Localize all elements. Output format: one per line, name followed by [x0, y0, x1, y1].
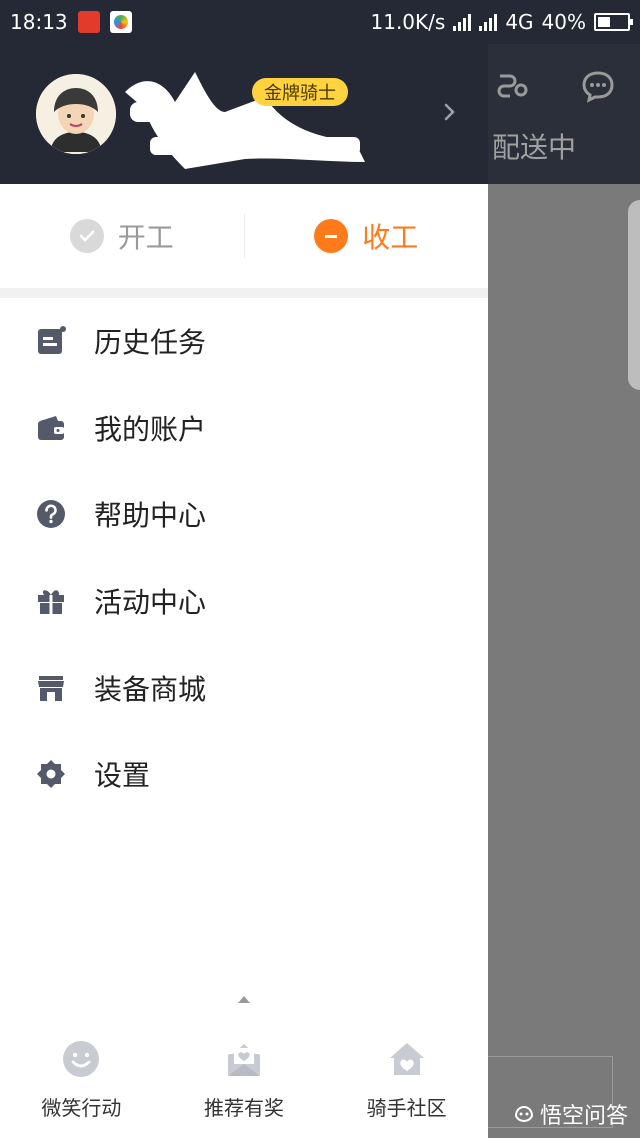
settings-icon	[37, 760, 65, 789]
rider-avatar-icon	[36, 74, 116, 154]
background-header: 配送中	[488, 44, 640, 184]
section-divider	[0, 288, 488, 298]
menu-item-label: 活动中心	[94, 586, 207, 620]
minus-icon	[314, 219, 349, 253]
bottom-item-referral[interactable]: 推荐有奖	[163, 1020, 326, 1138]
menu-item-history-tasks[interactable]: 历史任务	[0, 298, 488, 385]
battery-icon	[594, 13, 633, 31]
network-type: 4G	[505, 10, 534, 34]
wallet-icon	[38, 415, 64, 440]
side-drawer: 金牌骑士 开工 收工 历史任务 我的账户 帮助中心 活动中心 装备商城 设置 微…	[0, 44, 488, 1138]
bottom-item-label: 骑手社区	[366, 1096, 447, 1120]
profile-header[interactable]: 金牌骑士	[0, 44, 488, 184]
route-location-icon	[497, 74, 528, 98]
gift-icon	[38, 590, 64, 615]
drawer-menu: 历史任务 我的账户 帮助中心 活动中心 装备商城 设置	[0, 298, 488, 818]
menu-item-label: 帮助中心	[94, 499, 207, 533]
menu-item-label: 我的账户	[94, 412, 207, 446]
expand-up-icon[interactable]	[238, 996, 250, 1003]
wifi-signal-icon	[453, 13, 472, 31]
watermark-text: 悟空问答	[540, 1104, 629, 1129]
rider-level-badge: 金牌骑士	[252, 78, 348, 106]
drawer-bottom-bar: 微笑行动 推荐有奖 骑手社区	[0, 1020, 488, 1138]
watermark: 悟空问答	[512, 1098, 628, 1130]
game-app-icon	[109, 11, 132, 33]
status-time: 18:13	[10, 10, 68, 34]
message-icon[interactable]	[580, 68, 616, 104]
toutiao-app-icon	[77, 11, 100, 33]
stop-work-label: 收工	[362, 221, 419, 254]
start-work-button[interactable]: 开工	[0, 184, 244, 288]
stop-work-button[interactable]: 收工	[245, 184, 489, 288]
menu-item-settings[interactable]: 设置	[0, 731, 488, 818]
menu-item-label: 历史任务	[94, 326, 207, 360]
avatar[interactable]	[36, 74, 116, 154]
menu-item-equipment-store[interactable]: 装备商城	[0, 644, 488, 731]
background-card	[628, 200, 640, 390]
bottom-item-smile-action[interactable]: 微笑行动	[0, 1020, 163, 1138]
task-history-icon	[38, 326, 66, 355]
check-icon	[69, 219, 104, 253]
store-icon	[38, 675, 64, 701]
network-speed: 11.0K/s	[370, 10, 446, 34]
bottom-item-label: 微笑行动	[41, 1096, 122, 1120]
menu-item-help-center[interactable]: 帮助中心	[0, 471, 488, 558]
menu-item-label: 设置	[94, 759, 151, 793]
bottom-item-label: 推荐有奖	[204, 1096, 284, 1120]
menu-item-label: 装备商城	[94, 672, 207, 706]
bottom-item-rider-community[interactable]: 骑手社区	[325, 1020, 488, 1138]
work-toggle: 开工 收工	[0, 184, 488, 288]
battery-percent: 40%	[541, 10, 586, 34]
help-icon	[37, 500, 65, 529]
community-home-icon	[389, 1043, 424, 1075]
referral-mail-icon	[228, 1044, 260, 1076]
tab-delivering[interactable]: 配送中	[492, 126, 576, 166]
menu-item-activity-center[interactable]: 活动中心	[0, 558, 488, 645]
status-bar: 18:13 11.0K/s 4G 40%	[0, 0, 640, 44]
start-work-label: 开工	[117, 221, 174, 254]
wukong-logo-icon	[514, 1105, 534, 1123]
chevron-right-icon[interactable]	[440, 100, 460, 124]
smile-icon	[63, 1041, 100, 1077]
cell-signal-icon	[479, 13, 498, 31]
menu-item-my-account[interactable]: 我的账户	[0, 385, 488, 472]
